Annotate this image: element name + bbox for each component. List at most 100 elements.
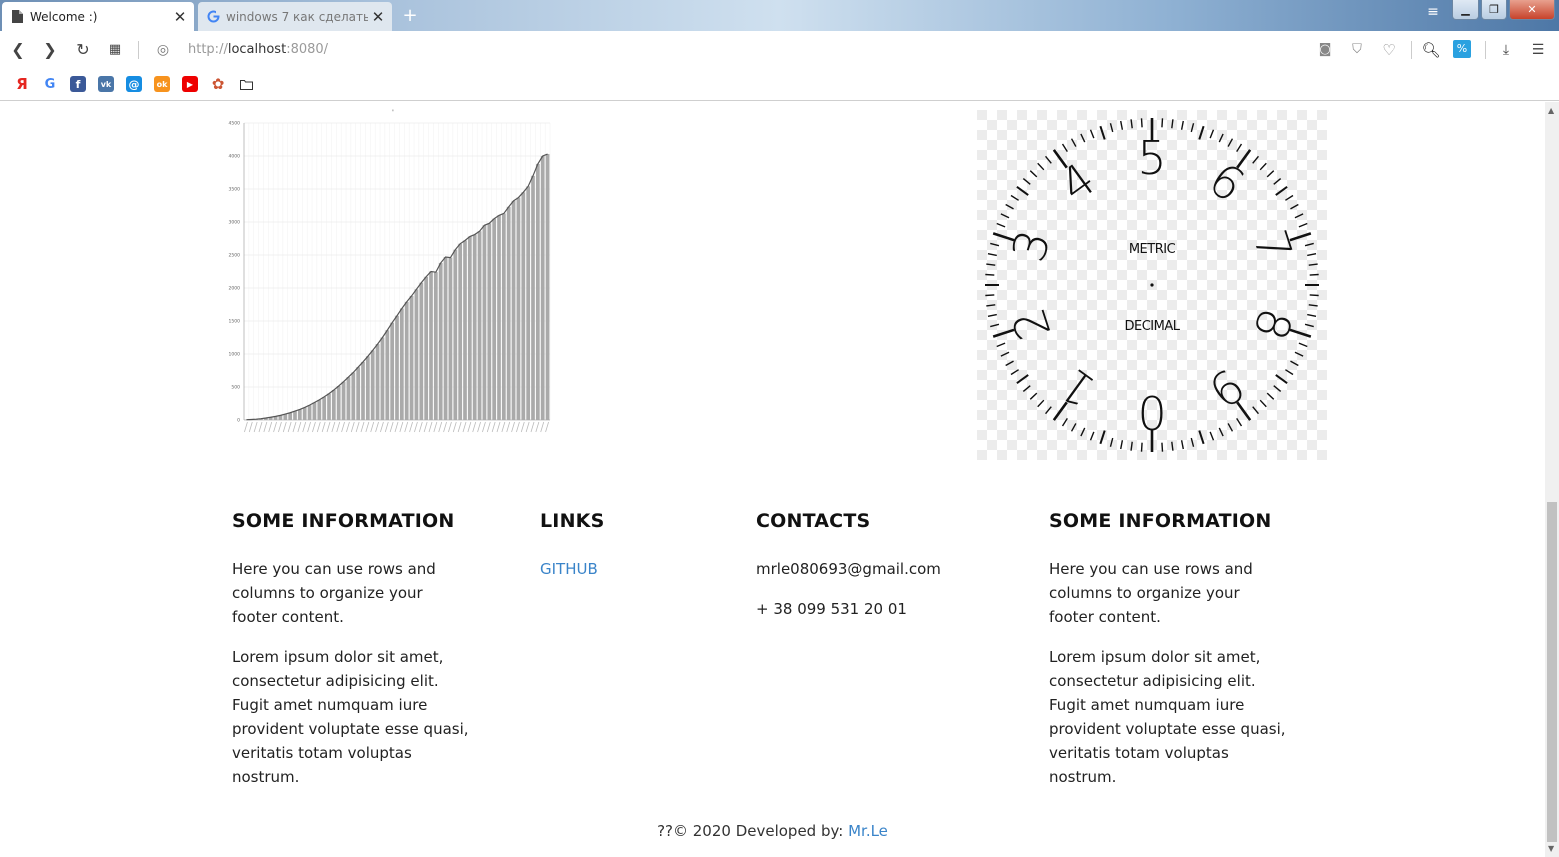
dial-tick [1309,294,1319,297]
dial-number: 5 [1137,131,1166,185]
chart-bar [327,393,331,420]
chart-bar [307,405,312,420]
chart-x-tick-label [394,421,399,433]
maximize-button[interactable]: ❐ [1481,0,1507,20]
flower-bookmark-icon[interactable]: ✿ [210,75,226,93]
back-icon[interactable]: ❮ [8,40,28,60]
chart-x-tick-label [443,421,447,433]
vk-bookmark-icon[interactable]: vk [98,76,114,92]
chart-bars [244,154,550,421]
menu-icon[interactable]: ☰ [1528,40,1548,60]
copyright-text: ??© 2020 Developed by: [657,822,849,840]
zoom-icon[interactable]: 🔍︎ [1421,40,1441,60]
folder-icon[interactable] [238,76,254,92]
tab-list-icon[interactable]: ≡ [1424,4,1442,22]
chart-bar [463,240,467,420]
footer-text: Here you can use rows and columns to org… [232,560,436,626]
chart-x-tick-label [399,421,404,433]
chart-bar [468,236,472,420]
extension-discount-icon[interactable]: % [1453,40,1471,58]
scroll-down-icon[interactable]: ▼ [1548,844,1554,853]
footer-heading: LINKS [540,510,605,532]
chart-x-tick-label [414,421,418,433]
forward-icon[interactable]: ❯ [40,40,60,60]
shield-icon[interactable]: ⛉ [1347,40,1367,60]
chart-x-tick-label [292,421,297,433]
url-field[interactable]: http://localhost:8080/ [188,42,328,57]
chart-x-tick-label [501,421,506,433]
tab-welcome[interactable]: Welcome :) ✕ [2,2,194,31]
mail-bookmark-icon[interactable]: @ [126,76,142,92]
dial-tick [1140,118,1143,128]
chart-bar [458,243,462,420]
url-host: localhost [227,42,287,57]
scroll-up-icon[interactable]: ▲ [1548,106,1554,115]
vertical-scrollbar[interactable]: ▲ ▼ [1545,102,1559,857]
facebook-bookmark-icon[interactable]: f [70,76,86,92]
youtube-bookmark-icon[interactable]: ▶ [182,76,198,92]
chart-bar [380,337,385,420]
chart-bar [419,282,424,420]
dial-center-dot [1150,283,1154,287]
minimize-button[interactable]: ▁ [1452,0,1479,20]
bookmarks-bar: Я G f vk @ ok ▶ ✿ [0,69,1559,101]
chart-x-tick-label [307,421,311,433]
new-tab-button[interactable]: + [400,6,420,26]
chart-bar [317,399,322,420]
url-port: :8080/ [286,42,329,57]
yandex-bookmark-icon[interactable]: Я [14,75,30,93]
chart-bar [477,231,482,420]
chart-x-tick-label [346,421,350,433]
tab-google-search[interactable]: windows 7 как сделать скр ✕ [198,2,392,31]
footer-text: Here you can use rows and columns to org… [1049,560,1253,626]
chart-bar [506,206,511,420]
author-link[interactable]: Mr.Le [848,822,888,840]
chart-bar [521,192,526,420]
github-link[interactable]: GITHUB [540,560,598,578]
chart-x-tick-label [520,421,525,433]
chart-x-tick-label [389,421,394,433]
chart-x-tick-label [462,421,467,433]
chart-x-tick-label [477,421,481,433]
chart-y-tick-label: 4500 [229,121,241,127]
chart-y-tick-label: 1000 [229,352,241,358]
chart-x-tick-label [530,421,535,433]
chart-x-tick-label [341,421,345,433]
google-icon [206,10,220,24]
chart-x-tick-label [355,421,360,433]
chart-bar [497,215,501,420]
chart-x-tick-label [278,421,282,433]
close-tab-icon[interactable]: ✕ [368,8,388,26]
google-bookmark-icon[interactable]: G [42,76,58,92]
chart-x-tick-label [482,421,486,433]
download-icon[interactable]: ⤓ [1496,40,1516,60]
chart-x-tick-label [535,421,540,433]
chart-bar [526,186,530,420]
chart-x-tick-label [472,421,477,433]
chart-bar [346,377,351,420]
reload-icon[interactable]: ↻ [73,40,93,60]
speed-dial-icon[interactable]: ▦ [105,40,125,60]
chart-y-tick-label: 3000 [229,220,241,226]
close-window-button[interactable]: ✕ [1509,0,1555,20]
chart-x-tick-label [370,421,375,433]
dial-number: 0 [1137,385,1166,439]
chart-x-tick-label [540,421,545,433]
chart-bar [375,344,380,420]
chart-x-tick-label [350,421,355,433]
chart-x-tick-label [312,421,316,433]
chart-x-tick-label [268,421,273,433]
odnoklassniki-bookmark-icon[interactable]: ok [154,76,170,92]
camera-icon[interactable]: ◙ [1315,40,1335,60]
chart-x-tick-label [263,421,268,433]
chart-bar [288,412,292,420]
chart-bar [536,163,540,421]
chart-bar [361,361,365,420]
chart-y-tick-label: 2500 [229,253,241,259]
contact-phone: + 38 099 531 20 01 [756,600,907,618]
page-icon [10,10,24,24]
chart-x-tick-label [486,421,491,433]
heart-icon[interactable]: ♡ [1379,40,1399,60]
scrollbar-thumb[interactable] [1547,502,1557,842]
close-tab-icon[interactable]: ✕ [170,8,190,26]
